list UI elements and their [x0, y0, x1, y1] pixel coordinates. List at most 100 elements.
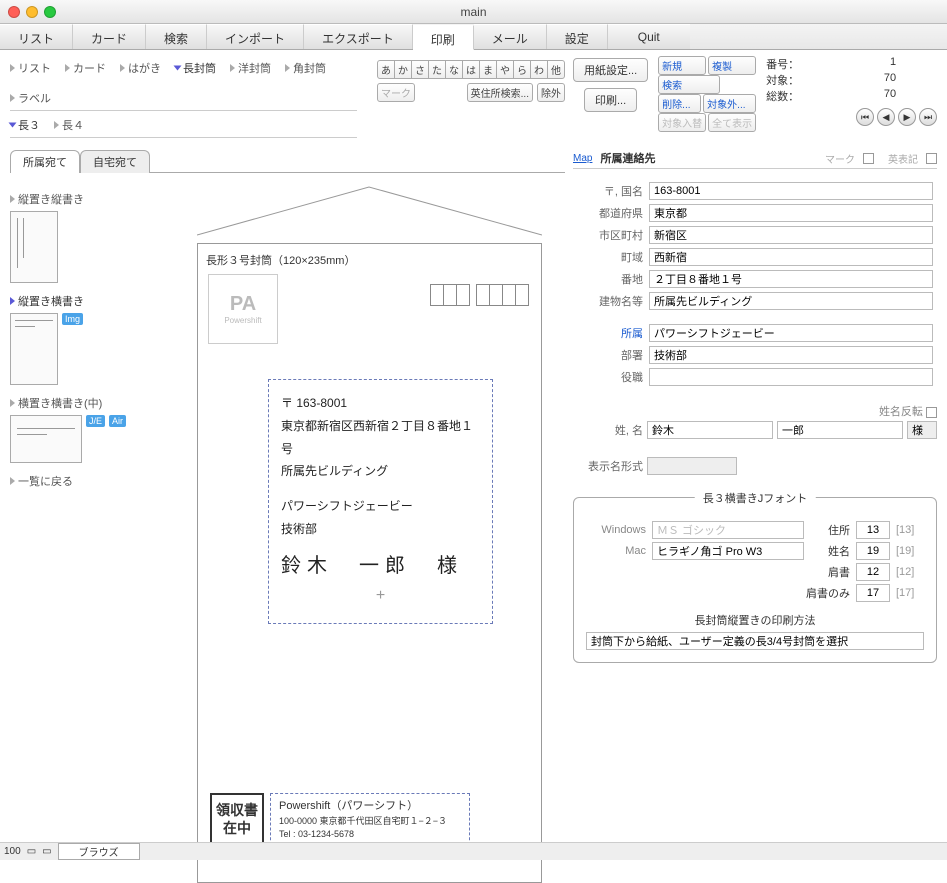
address-fields: 〒, 国名 都道府県 市区町村 町域 番地 建物名等 所属 部署 役職: [573, 179, 937, 389]
new-button[interactable]: 新規: [658, 56, 706, 75]
fld-role-label: 役職: [575, 367, 645, 387]
tab-print[interactable]: 印刷: [413, 25, 474, 50]
nav-prev-button[interactable]: ◀: [877, 108, 895, 126]
nav-first-button[interactable]: ⏮: [856, 108, 874, 126]
kana-ra[interactable]: ら: [513, 60, 531, 79]
subtab-west-env[interactable]: 洋封筒: [230, 60, 271, 76]
name-swap-checkbox[interactable]: [926, 407, 937, 418]
nav-last-button[interactable]: ⏭: [919, 108, 937, 126]
thumb-vh[interactable]: [10, 313, 58, 385]
delete-button[interactable]: 削除...: [658, 94, 701, 113]
font-win-input[interactable]: [652, 521, 804, 539]
layout-horizontal-h[interactable]: 横置き横書き(中): [10, 395, 165, 411]
window-title: main: [0, 5, 947, 19]
layout-vertical-v[interactable]: 縦置き縦書き: [10, 191, 165, 207]
font-titleonly-size[interactable]: [856, 584, 890, 602]
nav-next-button[interactable]: ▶: [898, 108, 916, 126]
fld-pref-input[interactable]: [649, 204, 933, 222]
fld-city-input[interactable]: [649, 226, 933, 244]
kana-a[interactable]: あ: [377, 60, 395, 79]
kana-ta[interactable]: た: [428, 60, 446, 79]
subtab-long-env[interactable]: 長封筒: [175, 60, 216, 76]
fld-lastname-input[interactable]: [647, 421, 773, 439]
page-setup-button[interactable]: 用紙設定...: [573, 58, 648, 82]
addr-tab-work[interactable]: 所属宛て: [10, 150, 80, 173]
fld-zip-input[interactable]: [649, 182, 933, 200]
fld-org-input[interactable]: [649, 324, 933, 342]
sender-addr: 100-0000 東京都千代田区自宅町１−２−３: [279, 815, 461, 829]
font-title-label: 肩書: [810, 564, 850, 580]
font-win-label: Windows: [586, 524, 646, 536]
tab-list[interactable]: リスト: [0, 24, 73, 49]
env-dept: 技術部: [281, 518, 480, 541]
thumb-vv[interactable]: [10, 211, 58, 283]
exclude-button[interactable]: 除外: [537, 83, 565, 102]
layout-vertical-h[interactable]: 縦置き横書き: [10, 293, 165, 309]
font-title-size[interactable]: [856, 563, 890, 581]
subtab-naga4[interactable]: 長４: [54, 117, 84, 133]
tab-import[interactable]: インポート: [207, 24, 304, 49]
kana-ma[interactable]: ま: [479, 60, 497, 79]
kana-sa[interactable]: さ: [411, 60, 429, 79]
addr-tab-home[interactable]: 自宅宛て: [80, 150, 150, 173]
tab-card[interactable]: カード: [73, 24, 146, 49]
je-badge[interactable]: J/E: [86, 415, 105, 427]
subtab-square-env[interactable]: 角封筒: [285, 60, 326, 76]
tab-mail[interactable]: メール: [474, 24, 547, 49]
fld-disp-input[interactable]: [647, 457, 737, 475]
mark-checkbox[interactable]: [863, 153, 874, 164]
thumb-hh[interactable]: [10, 415, 82, 463]
fld-bldg-input[interactable]: [649, 292, 933, 310]
resident-search-button[interactable]: 英住所検索...: [467, 83, 533, 102]
search-button[interactable]: 検索: [658, 75, 720, 94]
font-panel-legend: 長３横書きJフォント: [695, 490, 816, 506]
eng-checkbox[interactable]: [926, 153, 937, 164]
subtab-postcard-label: はがき: [128, 63, 161, 75]
fld-dept-input[interactable]: [649, 346, 933, 364]
fld-city-label: 市区町村: [575, 225, 645, 245]
font-mac-input[interactable]: [652, 542, 804, 560]
print-method-input[interactable]: [586, 632, 924, 650]
address-target-tabs: 所属宛て 自宅宛て: [10, 150, 565, 173]
kana-ka[interactable]: か: [394, 60, 412, 79]
subtab-postcard[interactable]: はがき: [120, 60, 161, 76]
edit-buttons: 新規 複製 検索 削除... 対象外... 対象入替 全て表示: [658, 56, 756, 132]
zoom-out-button[interactable]: ▭: [27, 846, 36, 857]
fld-role-input[interactable]: [649, 368, 933, 386]
print-method-label: 長封筒縦置きの印刷方法: [586, 612, 924, 628]
mode-browse[interactable]: ブラウズ: [58, 843, 140, 860]
kana-wa[interactable]: わ: [530, 60, 548, 79]
font-name-size[interactable]: [856, 542, 890, 560]
font-addr-size[interactable]: [856, 521, 890, 539]
dup-button[interactable]: 複製: [708, 56, 756, 75]
kana-ha[interactable]: は: [462, 60, 480, 79]
subtab-naga3[interactable]: 長３: [10, 117, 40, 133]
stat-total-label: 総数：: [766, 88, 799, 104]
fld-firstname-input[interactable]: [777, 421, 903, 439]
map-link[interactable]: Map: [573, 153, 592, 164]
tab-quit[interactable]: Quit: [608, 24, 690, 49]
tab-settings[interactable]: 設定: [547, 24, 608, 49]
fld-honor-input[interactable]: [907, 421, 937, 439]
subtab-list[interactable]: リスト: [10, 60, 51, 76]
fld-num-input[interactable]: [649, 270, 933, 288]
logo-text: PA: [230, 293, 256, 316]
tab-search[interactable]: 検索: [146, 24, 207, 49]
kana-ya[interactable]: や: [496, 60, 514, 79]
layout-back[interactable]: 一覧に戻る: [10, 473, 165, 489]
fld-org-label[interactable]: 所属: [575, 323, 645, 343]
exclude-out-button[interactable]: 対象外...: [703, 94, 756, 113]
subtab-label[interactable]: ラベル: [10, 90, 51, 106]
print-button[interactable]: 印刷...: [584, 88, 637, 112]
kana-na[interactable]: な: [445, 60, 463, 79]
show-all-button[interactable]: 全て表示: [708, 113, 756, 132]
swap-button[interactable]: 対象入替: [658, 113, 706, 132]
air-badge[interactable]: Air: [109, 415, 126, 427]
fld-town-input[interactable]: [649, 248, 933, 266]
zoom-in-button[interactable]: ▭: [42, 846, 51, 857]
kana-other[interactable]: 他: [547, 60, 565, 79]
mark-button[interactable]: マーク: [377, 83, 415, 102]
tab-export[interactable]: エクスポート: [304, 24, 413, 49]
img-badge[interactable]: Img: [62, 313, 83, 325]
subtab-card[interactable]: カード: [65, 60, 106, 76]
